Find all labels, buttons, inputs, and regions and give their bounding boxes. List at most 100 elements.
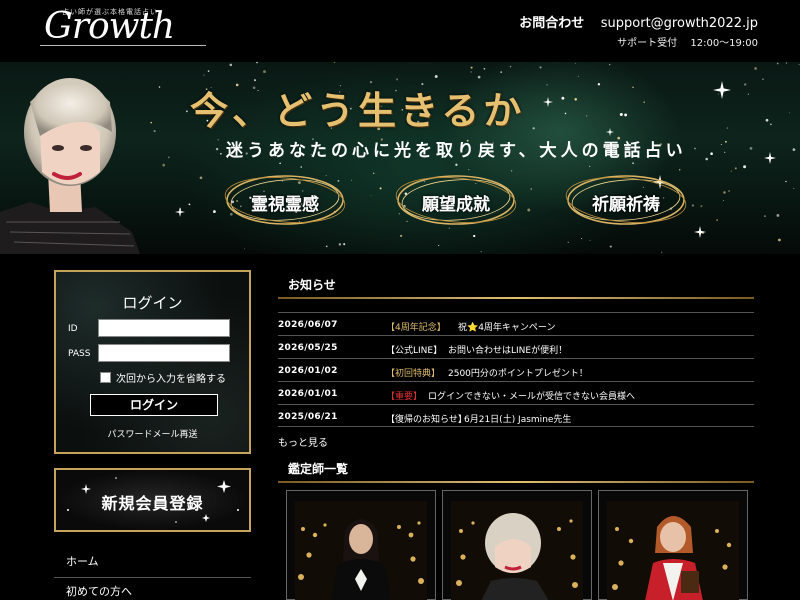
- support-label: サポート受付: [617, 38, 678, 49]
- star-dot: [792, 148, 796, 151]
- star-dot: [643, 101, 645, 103]
- star-dot: [724, 151, 726, 154]
- news-date: 2026/05/25: [278, 343, 338, 353]
- password-reset-link[interactable]: パスワードメール再送: [56, 427, 249, 440]
- news-text: 2500円分のポイントプレゼント！: [448, 369, 588, 379]
- sparkle-star: [694, 226, 706, 238]
- star-dot: [229, 63, 233, 67]
- badge-label: 祈願祈祷: [592, 195, 660, 215]
- star-dot: [567, 241, 569, 243]
- page: 占い師が選ぶ本格電話占い Growth お問合わせ support@growth…: [0, 0, 800, 600]
- star-dot: [470, 66, 473, 69]
- star-dot: [539, 66, 542, 69]
- star-dot: [188, 203, 191, 206]
- advisor-photo: [607, 501, 739, 600]
- star-dot: [500, 71, 503, 74]
- star-dot: [244, 248, 246, 250]
- star-dot: [776, 213, 780, 217]
- star-dot: [530, 187, 533, 190]
- star-dot: [788, 112, 790, 114]
- news-item[interactable]: 2025/06/21 【復帰のお知らせ】 6月21日(土) Jasmine先生: [278, 404, 754, 427]
- star-dot: [747, 93, 750, 95]
- star-dot: [730, 170, 732, 172]
- star-dot: [762, 78, 764, 80]
- star-dot: [764, 215, 766, 217]
- badge-ganbou-jouju: 願望成就: [393, 170, 519, 230]
- star-dot: [581, 237, 583, 240]
- star-dot: [509, 65, 512, 68]
- advisor-photo: [451, 501, 583, 600]
- star-dot: [661, 251, 663, 253]
- hero-title: 今、どう生きるか: [190, 88, 526, 133]
- star-dot: [162, 163, 166, 167]
- news-item[interactable]: 2026/01/02 【初回特典】 2500円分のポイントプレゼント！: [278, 358, 754, 381]
- star-dot: [561, 96, 565, 100]
- news-tag: 【公式LINE】: [386, 346, 443, 356]
- news-text: 6月21日(土) Jasmine先生: [464, 415, 572, 425]
- contact-email-link[interactable]: support@growth2022.jp: [601, 16, 758, 31]
- site-header: 占い師が選ぶ本格電話占い Growth お問合わせ support@growth…: [0, 0, 800, 62]
- advisor-card[interactable]: [442, 490, 592, 600]
- star-dot: [338, 243, 342, 246]
- news-section-title: お知らせ: [288, 278, 336, 292]
- badge-label: 霊視霊感: [251, 195, 319, 215]
- star-dot: [350, 179, 352, 181]
- star-dot: [564, 112, 567, 115]
- news-text: ログインできない・メールが受信できない会員様へ: [428, 392, 636, 402]
- star-dot: [473, 234, 476, 238]
- news-more-link[interactable]: もっと見る: [278, 434, 328, 449]
- growth-logo[interactable]: 占い師が選ぶ本格電話占い Growth: [40, 4, 210, 48]
- star-dot: [785, 62, 787, 64]
- star-dot: [754, 67, 757, 70]
- star-dot: [325, 245, 328, 248]
- news-text: 祝⭐4周年キャンペーン: [458, 323, 556, 333]
- star-dot: [574, 98, 577, 101]
- star-dot: [399, 234, 403, 238]
- sparkle-star: [606, 128, 614, 136]
- star-dot: [770, 123, 772, 126]
- password-input[interactable]: [98, 344, 230, 362]
- support-hours: 12:00～19:00: [690, 38, 758, 49]
- star-dot: [212, 210, 216, 214]
- nav-item-first-time[interactable]: 初めての方へ: [54, 578, 251, 600]
- advisor-card[interactable]: [598, 490, 748, 600]
- star-dot: [455, 163, 458, 166]
- pass-label: PASS: [68, 349, 91, 359]
- star-dot: [776, 62, 779, 65]
- star-dot: [379, 187, 382, 190]
- star-dot: [532, 127, 535, 130]
- star-dot: [438, 244, 440, 247]
- star-dot: [609, 245, 612, 248]
- register-button[interactable]: 新規会員登録: [54, 468, 251, 532]
- nav-item-home[interactable]: ホーム: [54, 548, 251, 578]
- star-dot: [798, 64, 800, 66]
- news-item[interactable]: 2026/06/07 【4周年記念】 祝⭐4周年キャンペーン: [278, 312, 754, 335]
- star-dot: [217, 139, 219, 141]
- id-input[interactable]: [98, 319, 230, 337]
- advisor-card[interactable]: [286, 490, 436, 600]
- star-dot: [434, 75, 438, 78]
- star-dot: [480, 251, 482, 253]
- star-dot: [765, 118, 769, 122]
- star-dot: [723, 200, 725, 202]
- news-item[interactable]: 2026/01/01 【重要】 ログインできない・メールが受信できない会員様へ: [278, 381, 754, 404]
- logo-wordmark: Growth: [44, 6, 175, 47]
- star-dot: [167, 156, 170, 159]
- star-dot: [694, 147, 696, 150]
- news-item[interactable]: 2026/05/25 【公式LINE】 お問い合わせはLINEが便利！: [278, 335, 754, 358]
- star-dot: [744, 83, 747, 86]
- hero-banner: 今、どう生きるか 迷うあなたの心に光を取り戻す、大人の電話占い 霊視霊感 願望成…: [0, 62, 800, 254]
- remember-checkbox[interactable]: [100, 372, 111, 383]
- star-dot: [589, 165, 591, 168]
- news-text: お問い合わせはLINEが便利！: [448, 346, 568, 356]
- star-dot: [717, 93, 719, 95]
- login-button[interactable]: ログイン: [90, 394, 218, 416]
- star-dot: [333, 62, 336, 63]
- sparkle-star: [713, 81, 731, 99]
- sparkle-star: [764, 152, 776, 164]
- star-dot: [632, 162, 635, 165]
- star-dot: [263, 70, 266, 74]
- news-tag: 【初回特典】: [386, 369, 441, 379]
- star-dot: [477, 75, 481, 79]
- star-dot: [372, 172, 375, 175]
